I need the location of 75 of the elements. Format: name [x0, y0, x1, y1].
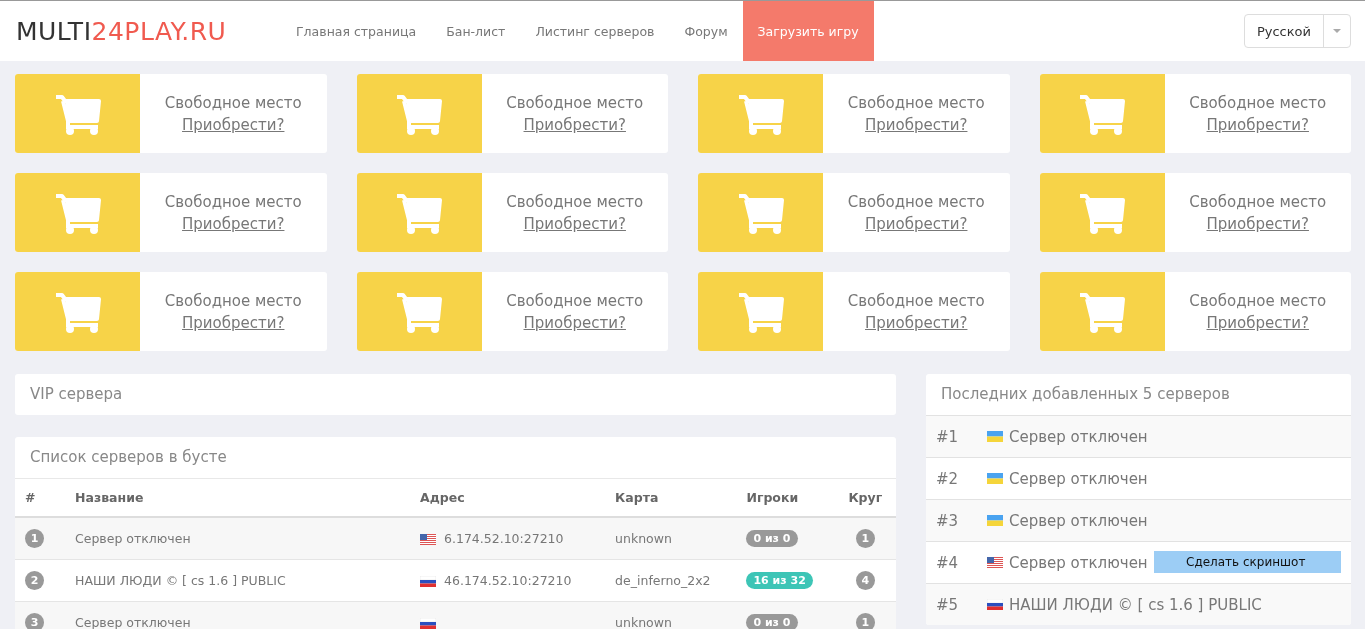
map-name: de_inferno_2x2: [605, 559, 737, 602]
nav-link[interactable]: Главная страница: [281, 1, 432, 61]
cart-icon: [1078, 290, 1126, 333]
buy-link[interactable]: Приобрести?: [182, 115, 285, 134]
slot-title: Свободное место: [1189, 93, 1327, 112]
cart-icon: [53, 92, 102, 135]
server-name: Сервер отключен: [65, 601, 410, 629]
round-badge: 1: [855, 613, 875, 629]
buy-link[interactable]: Приобрести?: [865, 313, 968, 332]
players-badge: 0 из 0: [746, 614, 798, 629]
players-badge: 0 из 0: [746, 530, 798, 547]
panel-title: Список серверов в бусте: [15, 437, 896, 479]
buy-link[interactable]: Приобрести?: [865, 115, 968, 134]
cart-icon: [395, 290, 443, 333]
buy-link[interactable]: Приобрести?: [523, 214, 626, 233]
slot-title: Свободное место: [847, 192, 985, 211]
server-address: 6.174.52.10:27210: [444, 531, 564, 546]
slot-title: Свободное место: [506, 93, 644, 112]
slot-title: Свободное место: [1189, 192, 1327, 211]
cart-icon: [395, 92, 443, 135]
cart-icon: [736, 191, 785, 234]
players-badge: 16 из 32: [746, 572, 813, 589]
rank-number: #4: [936, 553, 960, 572]
buy-link[interactable]: Приобрести?: [1206, 214, 1309, 233]
buy-link[interactable]: Приобрести?: [865, 214, 968, 233]
buy-link[interactable]: Приобрести?: [523, 115, 626, 134]
caret-icon: [1333, 29, 1341, 33]
nav-link[interactable]: Загрузить игру: [742, 1, 874, 61]
slot-title: Свободное место: [164, 93, 302, 112]
cart-icon: [395, 191, 443, 234]
cart-icon: [736, 290, 785, 333]
nav-link[interactable]: Листинг серверов: [520, 1, 670, 61]
site-logo[interactable]: MULTI24PLAY.RU: [16, 1, 281, 61]
rank-badge: 3: [25, 613, 44, 629]
round-badge: 1: [855, 529, 875, 548]
buy-link[interactable]: Приобрести?: [523, 313, 626, 332]
server-name[interactable]: НАШИ ЛЮДИ © [ cs 1.6 ] PUBLIC: [1009, 595, 1262, 614]
rank-number: #5: [936, 595, 960, 614]
map-name: unknown: [605, 601, 737, 629]
cart-icon: [1078, 92, 1126, 135]
server-name: Сервер отключен: [65, 517, 410, 560]
rank-badge: 1: [25, 529, 44, 548]
round-badge: 4: [855, 571, 875, 590]
rank-number: #2: [936, 469, 960, 488]
nav-link[interactable]: Бан-лист: [431, 1, 521, 61]
slot-title: Свободное место: [506, 291, 644, 310]
cart-icon: [736, 92, 785, 135]
buy-link[interactable]: Приобрести?: [182, 214, 285, 233]
map-name: unknown: [605, 517, 737, 560]
slot-title: Свободное место: [847, 291, 985, 310]
server-name[interactable]: Сервер отключен: [1009, 511, 1148, 530]
panel-title: Последних добавленных 5 серверов: [940, 384, 1231, 405]
screenshot-button[interactable]: Сделать скриншот: [1154, 551, 1341, 573]
panel-title: VIP сервера: [29, 384, 124, 405]
rank-number: #3: [936, 511, 960, 530]
slot-title: Свободное место: [1189, 291, 1327, 310]
slot-title: Свободное место: [164, 192, 302, 211]
server-name[interactable]: Сервер отключен: [1009, 553, 1148, 572]
slot-title: Свободное место: [506, 192, 644, 211]
buy-link[interactable]: Приобрести?: [182, 313, 285, 332]
buy-link[interactable]: Приобрести?: [1206, 313, 1309, 332]
buy-link[interactable]: Приобрести?: [1206, 115, 1309, 134]
language-select[interactable]: Русской: [1243, 14, 1351, 48]
rank-number: #1: [936, 427, 960, 446]
cart-icon: [53, 191, 102, 234]
rank-badge: 2: [25, 571, 44, 590]
cart-icon: [53, 290, 102, 333]
cart-icon: [1078, 191, 1126, 234]
server-name: НАШИ ЛЮДИ © [ cs 1.6 ] PUBLIC: [65, 559, 410, 602]
slot-title: Свободное место: [847, 93, 985, 112]
server-name[interactable]: Сервер отключен: [1009, 469, 1148, 488]
slot-title: Свободное место: [164, 291, 302, 310]
server-name[interactable]: Сервер отключен: [1009, 427, 1148, 446]
nav-link[interactable]: Форум: [669, 1, 743, 61]
server-address: 46.174.52.10:27210: [444, 573, 572, 588]
